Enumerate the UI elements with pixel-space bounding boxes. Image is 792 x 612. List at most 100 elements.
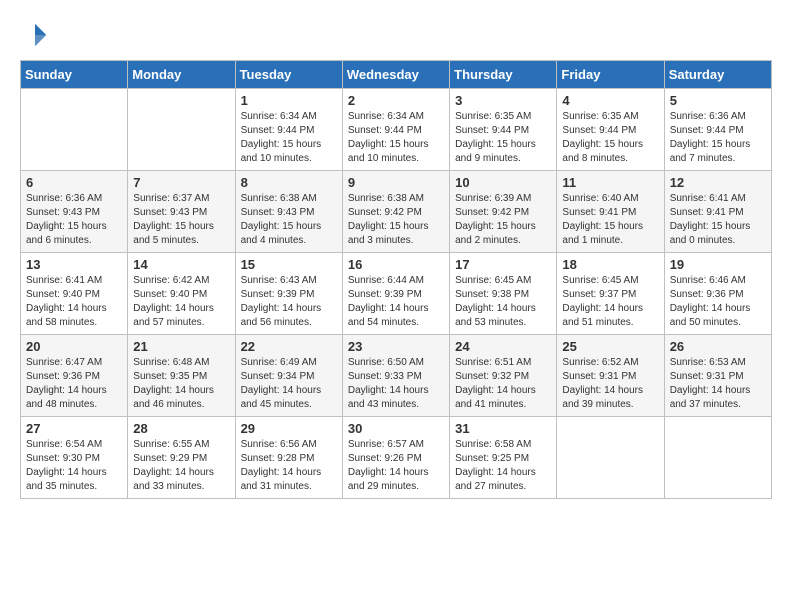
- weekday-header: Friday: [557, 61, 664, 89]
- day-info: Sunrise: 6:42 AM Sunset: 9:40 PM Dayligh…: [133, 274, 229, 330]
- calendar-cell: 12 Sunrise: 6:41 AM Sunset: 9:41 PM Dayli…: [664, 171, 771, 253]
- calendar-cell: 2 Sunrise: 6:34 AM Sunset: 9:44 PM Daylig…: [342, 89, 449, 171]
- day-number: 4: [562, 93, 658, 108]
- calendar-cell: [557, 417, 664, 499]
- day-info: Sunrise: 6:39 AM Sunset: 9:42 PM Dayligh…: [455, 192, 551, 248]
- calendar-cell: 14 Sunrise: 6:42 AM Sunset: 9:40 PM Dayli…: [128, 253, 235, 335]
- day-info: Sunrise: 6:38 AM Sunset: 9:43 PM Dayligh…: [241, 192, 337, 248]
- calendar-cell: 18 Sunrise: 6:45 AM Sunset: 9:37 PM Dayli…: [557, 253, 664, 335]
- weekday-header: Thursday: [450, 61, 557, 89]
- day-number: 5: [670, 93, 766, 108]
- day-info: Sunrise: 6:56 AM Sunset: 9:28 PM Dayligh…: [241, 438, 337, 494]
- day-info: Sunrise: 6:38 AM Sunset: 9:42 PM Dayligh…: [348, 192, 444, 248]
- calendar-cell: 4Sunrise: 6:35 AM Sunset: 9:44 PM Daylig…: [557, 89, 664, 171]
- calendar-week-row: 1 Sunrise: 6:34 AM Sunset: 9:44 PM Daylig…: [21, 89, 772, 171]
- day-info: Sunrise: 6:34 AM Sunset: 9:44 PM Dayligh…: [348, 110, 444, 166]
- calendar-cell: 9 Sunrise: 6:38 AM Sunset: 9:42 PM Daylig…: [342, 171, 449, 253]
- day-number: 26: [670, 339, 766, 354]
- calendar-cell: 19 Sunrise: 6:46 AM Sunset: 9:36 PM Dayli…: [664, 253, 771, 335]
- day-info: Sunrise: 6:43 AM Sunset: 9:39 PM Dayligh…: [241, 274, 337, 330]
- calendar-cell: 27 Sunrise: 6:54 AM Sunset: 9:30 PM Dayli…: [21, 417, 128, 499]
- day-number: 8: [241, 175, 337, 190]
- day-info: Sunrise: 6:44 AM Sunset: 9:39 PM Dayligh…: [348, 274, 444, 330]
- day-number: 27: [26, 421, 122, 436]
- day-number: 9: [348, 175, 444, 190]
- calendar-week-row: 20 Sunrise: 6:47 AM Sunset: 9:36 PM Dayli…: [21, 335, 772, 417]
- calendar-week-row: 27 Sunrise: 6:54 AM Sunset: 9:30 PM Dayli…: [21, 417, 772, 499]
- day-number: 1: [241, 93, 337, 108]
- day-number: 15: [241, 257, 337, 272]
- day-number: 13: [26, 257, 122, 272]
- day-info: Sunrise: 6:45 AM Sunset: 9:38 PM Dayligh…: [455, 274, 551, 330]
- calendar-cell: 8 Sunrise: 6:38 AM Sunset: 9:43 PM Daylig…: [235, 171, 342, 253]
- day-number: 18: [562, 257, 658, 272]
- calendar-cell: 7 Sunrise: 6:37 AM Sunset: 9:43 PM Daylig…: [128, 171, 235, 253]
- day-info: Sunrise: 6:35 AM Sunset: 9:44 PM Dayligh…: [455, 110, 551, 166]
- day-info: Sunrise: 6:47 AM Sunset: 9:36 PM Dayligh…: [26, 356, 122, 412]
- calendar-cell: 6Sunrise: 6:36 AM Sunset: 9:43 PM Daylig…: [21, 171, 128, 253]
- day-info: Sunrise: 6:54 AM Sunset: 9:30 PM Dayligh…: [26, 438, 122, 494]
- calendar-cell: 20 Sunrise: 6:47 AM Sunset: 9:36 PM Dayli…: [21, 335, 128, 417]
- calendar-cell: 3 Sunrise: 6:35 AM Sunset: 9:44 PM Daylig…: [450, 89, 557, 171]
- calendar-cell: 26 Sunrise: 6:53 AM Sunset: 9:31 PM Dayli…: [664, 335, 771, 417]
- weekday-header-row: SundayMondayTuesdayWednesdayThursdayFrid…: [21, 61, 772, 89]
- day-number: 22: [241, 339, 337, 354]
- day-number: 2: [348, 93, 444, 108]
- day-number: 31: [455, 421, 551, 436]
- day-number: 25: [562, 339, 658, 354]
- day-number: 29: [241, 421, 337, 436]
- calendar-cell: [664, 417, 771, 499]
- weekday-header: Sunday: [21, 61, 128, 89]
- day-number: 12: [670, 175, 766, 190]
- calendar-cell: 23 Sunrise: 6:50 AM Sunset: 9:33 PM Dayli…: [342, 335, 449, 417]
- day-number: 11: [562, 175, 658, 190]
- day-info: Sunrise: 6:41 AM Sunset: 9:41 PM Dayligh…: [670, 192, 766, 248]
- day-number: 7: [133, 175, 229, 190]
- day-info: Sunrise: 6:37 AM Sunset: 9:43 PM Dayligh…: [133, 192, 229, 248]
- day-number: 23: [348, 339, 444, 354]
- logo: [20, 20, 54, 50]
- day-number: 14: [133, 257, 229, 272]
- calendar-cell: 15 Sunrise: 6:43 AM Sunset: 9:39 PM Dayli…: [235, 253, 342, 335]
- day-number: 16: [348, 257, 444, 272]
- day-info: Sunrise: 6:55 AM Sunset: 9:29 PM Dayligh…: [133, 438, 229, 494]
- calendar-week-row: 13Sunrise: 6:41 AM Sunset: 9:40 PM Dayli…: [21, 253, 772, 335]
- calendar-cell: [21, 89, 128, 171]
- day-number: 17: [455, 257, 551, 272]
- weekday-header: Saturday: [664, 61, 771, 89]
- calendar-cell: 29 Sunrise: 6:56 AM Sunset: 9:28 PM Dayli…: [235, 417, 342, 499]
- day-info: Sunrise: 6:34 AM Sunset: 9:44 PM Dayligh…: [241, 110, 337, 166]
- calendar-cell: 11 Sunrise: 6:40 AM Sunset: 9:41 PM Dayli…: [557, 171, 664, 253]
- calendar-cell: 1 Sunrise: 6:34 AM Sunset: 9:44 PM Daylig…: [235, 89, 342, 171]
- day-info: Sunrise: 6:57 AM Sunset: 9:26 PM Dayligh…: [348, 438, 444, 494]
- day-info: Sunrise: 6:46 AM Sunset: 9:36 PM Dayligh…: [670, 274, 766, 330]
- day-number: 28: [133, 421, 229, 436]
- calendar-cell: 13Sunrise: 6:41 AM Sunset: 9:40 PM Dayli…: [21, 253, 128, 335]
- day-number: 20: [26, 339, 122, 354]
- day-info: Sunrise: 6:49 AM Sunset: 9:34 PM Dayligh…: [241, 356, 337, 412]
- logo-icon: [20, 20, 50, 50]
- day-info: Sunrise: 6:52 AM Sunset: 9:31 PM Dayligh…: [562, 356, 658, 412]
- day-info: Sunrise: 6:36 AM Sunset: 9:44 PM Dayligh…: [670, 110, 766, 166]
- calendar-cell: 17 Sunrise: 6:45 AM Sunset: 9:38 PM Dayli…: [450, 253, 557, 335]
- day-number: 19: [670, 257, 766, 272]
- day-info: Sunrise: 6:48 AM Sunset: 9:35 PM Dayligh…: [133, 356, 229, 412]
- calendar-cell: 24Sunrise: 6:51 AM Sunset: 9:32 PM Dayli…: [450, 335, 557, 417]
- day-info: Sunrise: 6:50 AM Sunset: 9:33 PM Dayligh…: [348, 356, 444, 412]
- calendar-cell: 5 Sunrise: 6:36 AM Sunset: 9:44 PM Daylig…: [664, 89, 771, 171]
- weekday-header: Tuesday: [235, 61, 342, 89]
- day-info: Sunrise: 6:45 AM Sunset: 9:37 PM Dayligh…: [562, 274, 658, 330]
- calendar-cell: 22 Sunrise: 6:49 AM Sunset: 9:34 PM Dayli…: [235, 335, 342, 417]
- calendar-cell: 25 Sunrise: 6:52 AM Sunset: 9:31 PM Dayli…: [557, 335, 664, 417]
- calendar-cell: 28 Sunrise: 6:55 AM Sunset: 9:29 PM Dayli…: [128, 417, 235, 499]
- calendar-cell: 31Sunrise: 6:58 AM Sunset: 9:25 PM Dayli…: [450, 417, 557, 499]
- day-info: Sunrise: 6:53 AM Sunset: 9:31 PM Dayligh…: [670, 356, 766, 412]
- calendar-table: SundayMondayTuesdayWednesdayThursdayFrid…: [20, 60, 772, 499]
- calendar-week-row: 6Sunrise: 6:36 AM Sunset: 9:43 PM Daylig…: [21, 171, 772, 253]
- day-info: Sunrise: 6:51 AM Sunset: 9:32 PM Dayligh…: [455, 356, 551, 412]
- day-number: 3: [455, 93, 551, 108]
- day-info: Sunrise: 6:40 AM Sunset: 9:41 PM Dayligh…: [562, 192, 658, 248]
- day-number: 6: [26, 175, 122, 190]
- day-number: 30: [348, 421, 444, 436]
- page-header: [20, 20, 772, 50]
